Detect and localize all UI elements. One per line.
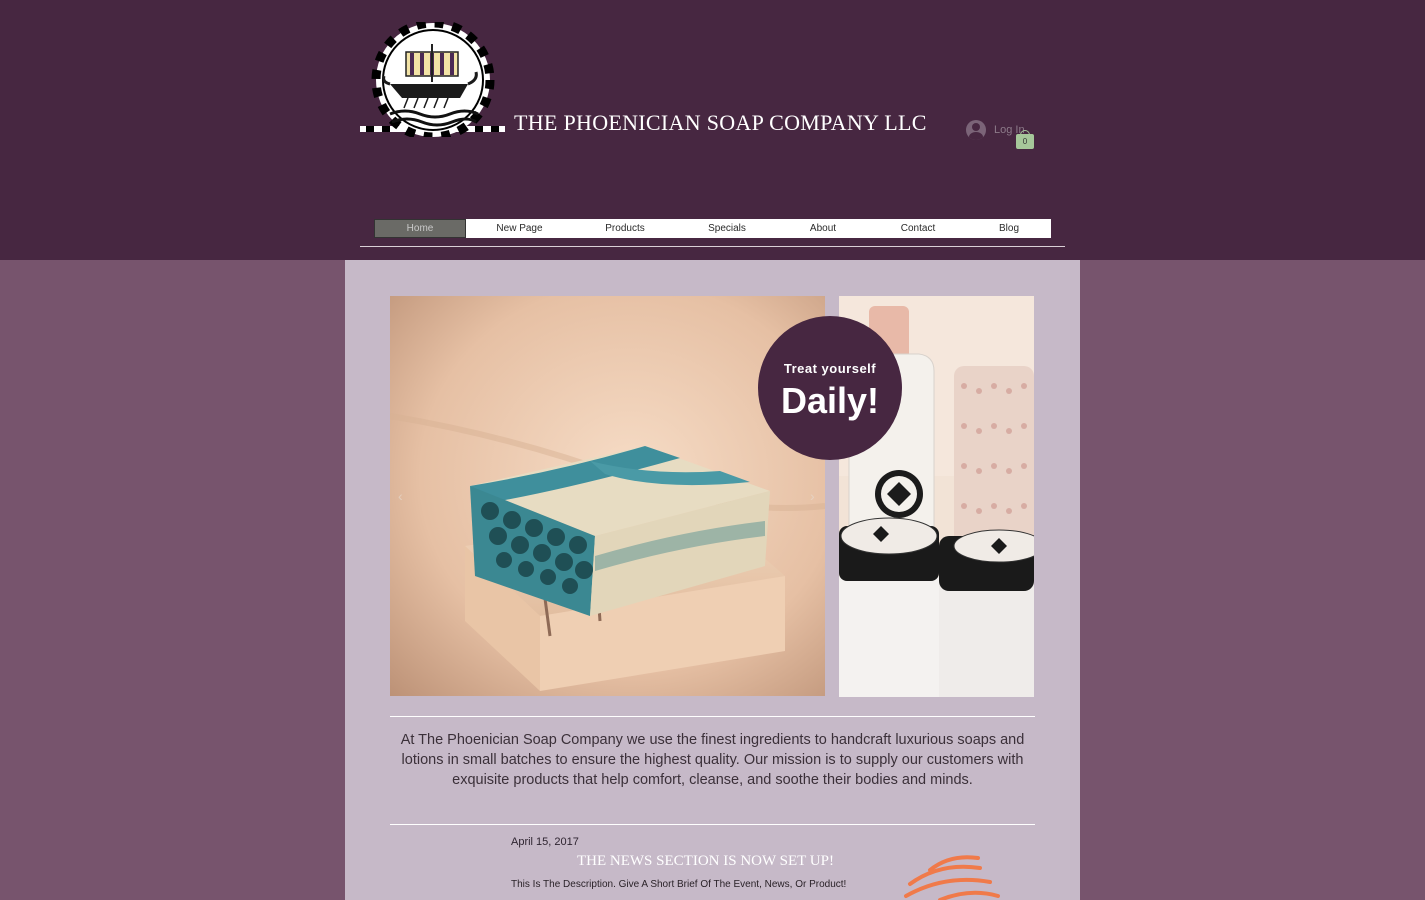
- nav-item-products[interactable]: Products: [573, 219, 677, 238]
- slider-next-arrow[interactable]: ›: [810, 488, 815, 504]
- site-header: THE PHOENICIAN SOAP COMPANY LLC Log In 0…: [0, 0, 1425, 260]
- cart-count: 0: [1022, 137, 1028, 146]
- badge-subtitle: Treat yourself: [783, 361, 877, 376]
- news-title[interactable]: THE NEWS SECTION IS NOW SET UP!: [577, 853, 834, 870]
- ship-logo[interactable]: [360, 22, 505, 137]
- orange-swirl-graphic: [904, 855, 1000, 900]
- nav-item-new-page[interactable]: New Page: [466, 219, 573, 238]
- main-nav: Home New Page Products Specials About Co…: [374, 219, 1051, 238]
- badge-headline: Daily!: [780, 380, 880, 421]
- treat-yourself-badge: Treat yourself Daily!: [758, 316, 902, 460]
- nav-item-about[interactable]: About: [777, 219, 869, 238]
- divider-top: [390, 716, 1035, 717]
- nav-item-blog[interactable]: Blog: [967, 219, 1051, 238]
- soap-bar-photo[interactable]: [390, 296, 825, 696]
- divider-bottom: [390, 824, 1035, 825]
- mission-statement: At The Phoenician Soap Company we use th…: [400, 732, 1025, 788]
- nav-item-home[interactable]: Home: [374, 219, 466, 238]
- site-title[interactable]: THE PHOENICIAN SOAP COMPANY LLC: [514, 110, 927, 136]
- user-avatar-icon: [966, 120, 986, 140]
- nav-item-contact[interactable]: Contact: [869, 219, 967, 238]
- news-date: April 15, 2017: [511, 836, 579, 848]
- news-description: This Is The Description. Give A Short Br…: [511, 879, 847, 890]
- nav-divider: [360, 246, 1065, 247]
- nav-item-specials[interactable]: Specials: [677, 219, 777, 238]
- slider-prev-arrow[interactable]: ‹: [398, 488, 403, 504]
- cart-button[interactable]: 0: [1015, 130, 1035, 150]
